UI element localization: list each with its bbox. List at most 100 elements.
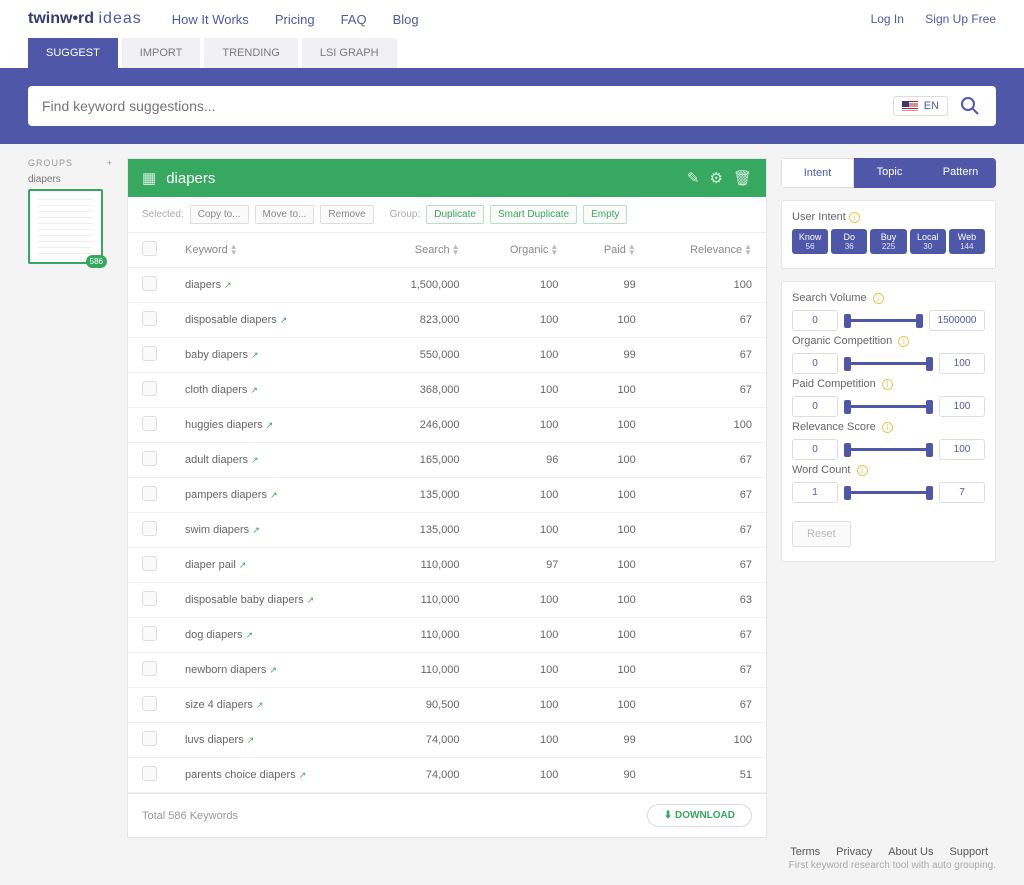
filter-slider[interactable]: [844, 398, 933, 416]
copy-to-button[interactable]: Copy to...: [190, 205, 249, 224]
external-link-icon[interactable]: ↗: [251, 455, 259, 465]
footer-link-privacy[interactable]: Privacy: [836, 846, 872, 858]
search-input[interactable]: [42, 98, 893, 114]
tab-lsi-graph[interactable]: LSI GRAPH: [302, 38, 397, 68]
cell-keyword[interactable]: disposable diapers↗: [171, 303, 374, 338]
filter-max[interactable]: 100: [939, 439, 985, 460]
cell-keyword[interactable]: size 4 diapers↗: [171, 688, 374, 723]
row-checkbox[interactable]: [142, 626, 157, 641]
add-group-icon[interactable]: +: [107, 158, 113, 168]
download-button[interactable]: DOWNLOAD: [647, 804, 752, 827]
filter-max[interactable]: 7: [939, 482, 985, 503]
language-selector[interactable]: EN: [893, 96, 948, 116]
row-checkbox[interactable]: [142, 731, 157, 746]
row-checkbox[interactable]: [142, 416, 157, 431]
group-thumbnail[interactable]: 586: [28, 189, 103, 264]
filter-max[interactable]: 100: [939, 396, 985, 417]
external-link-icon[interactable]: ↗: [299, 770, 307, 780]
filter-max[interactable]: 100: [939, 353, 985, 374]
intent-chip-local[interactable]: Local30: [910, 229, 946, 254]
filter-tab-pattern[interactable]: Pattern: [925, 158, 996, 188]
cell-keyword[interactable]: diapers↗: [171, 268, 374, 303]
cell-keyword[interactable]: pampers diapers↗: [171, 478, 374, 513]
filter-slider[interactable]: [844, 355, 933, 373]
row-checkbox[interactable]: [142, 276, 157, 291]
row-checkbox[interactable]: [142, 346, 157, 361]
filter-min[interactable]: 0: [792, 439, 838, 460]
tab-trending[interactable]: TRENDING: [204, 38, 297, 68]
external-link-icon[interactable]: ↗: [251, 350, 259, 360]
filter-tab-intent[interactable]: Intent: [781, 158, 854, 188]
external-link-icon[interactable]: ↗: [250, 385, 258, 395]
filter-min[interactable]: 0: [792, 310, 838, 331]
intent-chip-web[interactable]: Web144: [949, 229, 985, 254]
search-icon[interactable]: [958, 94, 982, 118]
row-checkbox[interactable]: [142, 521, 157, 536]
trash-icon[interactable]: 🗑: [733, 169, 752, 187]
external-link-icon[interactable]: ↗: [256, 700, 264, 710]
col-paid[interactable]: Paid▲▼: [572, 233, 649, 268]
row-checkbox[interactable]: [142, 696, 157, 711]
row-checkbox[interactable]: [142, 311, 157, 326]
col-search[interactable]: Search▲▼: [374, 233, 473, 268]
external-link-icon[interactable]: ↗: [269, 665, 277, 675]
intent-chip-buy[interactable]: Buy225: [870, 229, 906, 254]
row-checkbox[interactable]: [142, 556, 157, 571]
external-link-icon[interactable]: ↗: [224, 280, 232, 290]
cell-keyword[interactable]: parents choice diapers↗: [171, 758, 374, 793]
tab-suggest[interactable]: SUGGEST: [28, 38, 118, 68]
cell-keyword[interactable]: baby diapers↗: [171, 338, 374, 373]
external-link-icon[interactable]: ↗: [239, 560, 247, 570]
filter-min[interactable]: 0: [792, 353, 838, 374]
nav-how-it-works[interactable]: How It Works: [172, 12, 249, 27]
filter-slider[interactable]: [844, 312, 923, 330]
select-all-checkbox[interactable]: [142, 241, 157, 256]
cell-keyword[interactable]: adult diapers↗: [171, 443, 374, 478]
info-icon[interactable]: i: [849, 212, 860, 223]
pencil-icon[interactable]: ✎: [687, 169, 700, 187]
gear-icon[interactable]: ⚙: [710, 169, 723, 187]
external-link-icon[interactable]: ↗: [266, 420, 274, 430]
cell-keyword[interactable]: diaper pail↗: [171, 548, 374, 583]
footer-link-terms[interactable]: Terms: [790, 846, 820, 858]
row-checkbox[interactable]: [142, 766, 157, 781]
col-relevance[interactable]: Relevance▲▼: [650, 233, 766, 268]
external-link-icon[interactable]: ↗: [307, 595, 315, 605]
external-link-icon[interactable]: ↗: [247, 735, 255, 745]
move-to-button[interactable]: Move to...: [255, 205, 315, 224]
tab-import[interactable]: IMPORT: [122, 38, 201, 68]
filter-min[interactable]: 0: [792, 396, 838, 417]
footer-link-about-us[interactable]: About Us: [888, 846, 933, 858]
remove-button[interactable]: Remove: [320, 205, 373, 224]
nav-faq[interactable]: FAQ: [341, 12, 367, 27]
logo[interactable]: twinw•rd ideas: [28, 10, 142, 28]
filter-slider[interactable]: [844, 441, 933, 459]
footer-link-support[interactable]: Support: [949, 846, 988, 858]
external-link-icon[interactable]: ↗: [246, 630, 254, 640]
external-link-icon[interactable]: ↗: [252, 525, 260, 535]
row-checkbox[interactable]: [142, 486, 157, 501]
external-link-icon[interactable]: ↗: [270, 490, 278, 500]
cell-keyword[interactable]: luvs diapers↗: [171, 723, 374, 758]
cell-keyword[interactable]: huggies diapers↗: [171, 408, 374, 443]
row-checkbox[interactable]: [142, 591, 157, 606]
nav-blog[interactable]: Blog: [393, 12, 419, 27]
intent-chip-do[interactable]: Do36: [831, 229, 867, 254]
info-icon[interactable]: i: [898, 336, 909, 347]
info-icon[interactable]: i: [857, 465, 868, 476]
filter-max[interactable]: 1500000: [929, 310, 985, 331]
smart-duplicate-button[interactable]: Smart Duplicate: [490, 205, 577, 224]
intent-chip-know[interactable]: Know56: [792, 229, 828, 254]
row-checkbox[interactable]: [142, 661, 157, 676]
cell-keyword[interactable]: newborn diapers↗: [171, 653, 374, 688]
login-link[interactable]: Log In: [871, 12, 904, 26]
external-link-icon[interactable]: ↗: [280, 315, 288, 325]
col-organic[interactable]: Organic▲▼: [474, 233, 573, 268]
cell-keyword[interactable]: cloth diapers↗: [171, 373, 374, 408]
info-icon[interactable]: i: [873, 293, 884, 304]
cell-keyword[interactable]: swim diapers↗: [171, 513, 374, 548]
signup-link[interactable]: Sign Up Free: [925, 12, 996, 26]
cell-keyword[interactable]: dog diapers↗: [171, 618, 374, 653]
reset-button[interactable]: Reset: [792, 521, 851, 547]
row-checkbox[interactable]: [142, 381, 157, 396]
